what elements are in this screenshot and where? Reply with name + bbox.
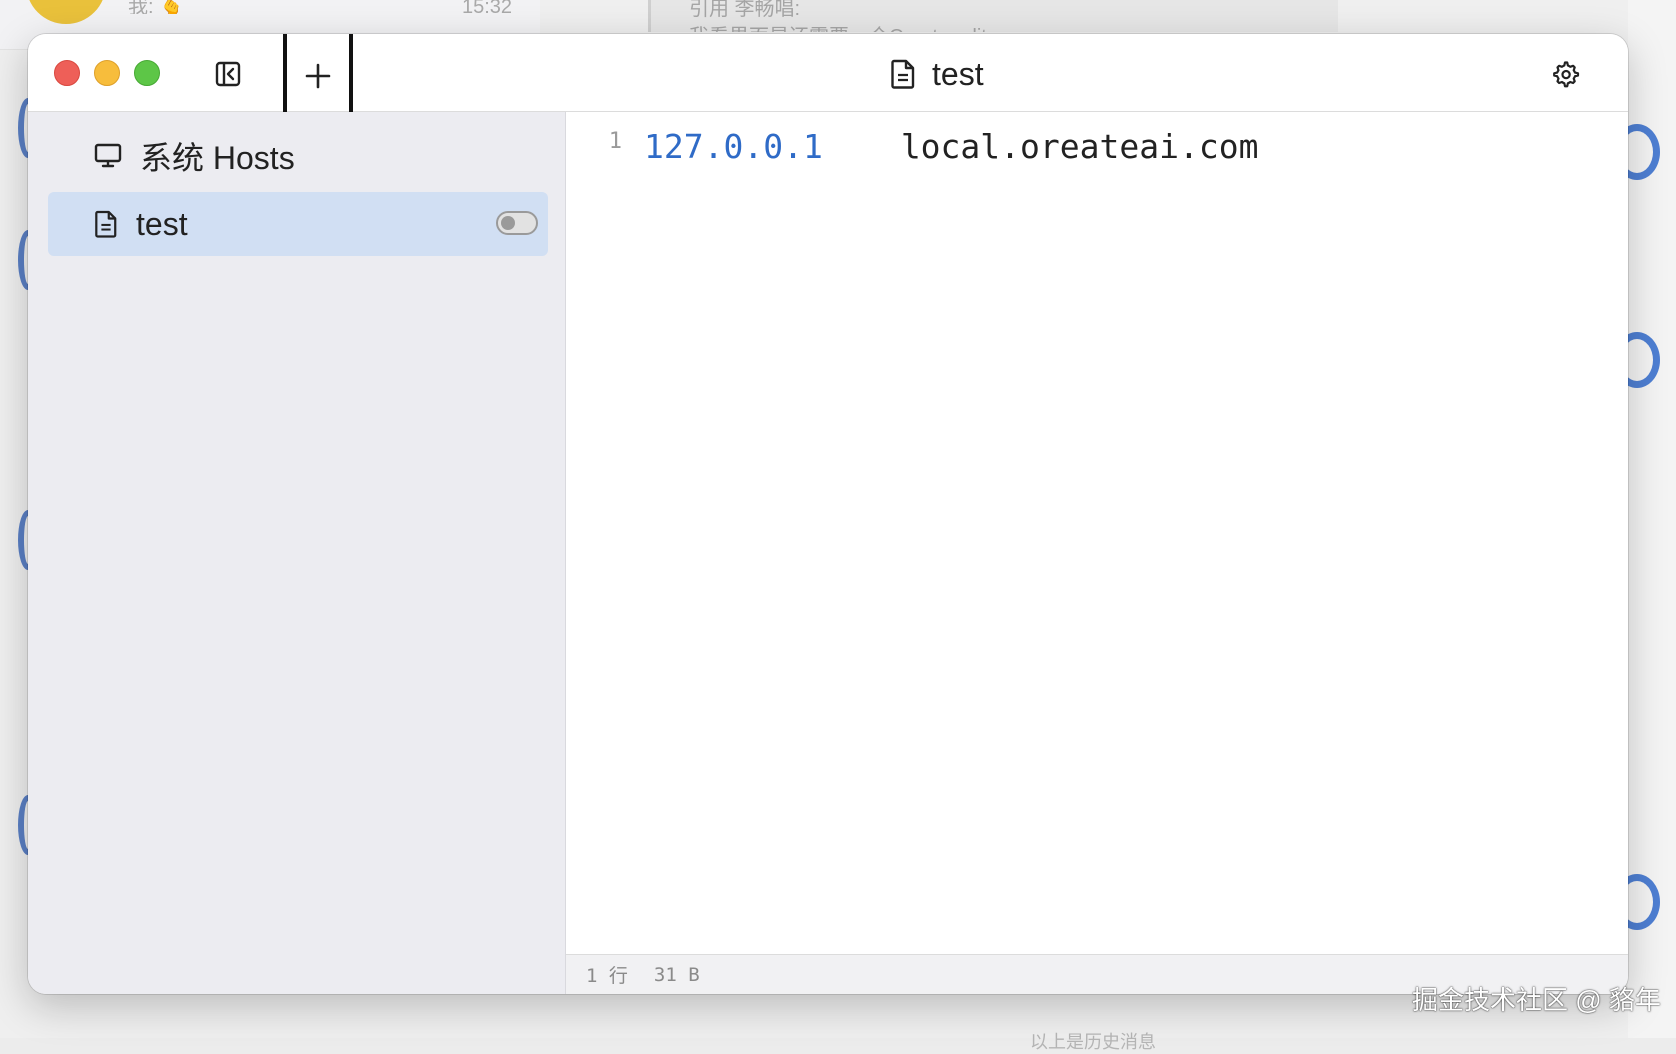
add-hosts-button[interactable] bbox=[283, 34, 353, 122]
sidebar-item-label: 系统 Hosts bbox=[140, 133, 295, 179]
sidebar: 系统 Hosts test bbox=[28, 112, 566, 994]
background-quote: 引用 李畅唱: 我看界面是还需要一个Create editor bbox=[648, 0, 1338, 32]
hosts-editor-window: test 系统 Hosts test bbox=[28, 34, 1628, 994]
status-line-count: 1 行 bbox=[586, 961, 628, 988]
editor-line: 1 127.0.0.1 local.oreateai.com bbox=[566, 126, 1258, 166]
settings-button[interactable] bbox=[1545, 54, 1585, 94]
background-avatar bbox=[26, 0, 106, 24]
toggle-knob bbox=[501, 216, 515, 230]
hosts-ip: 127.0.0.1 bbox=[644, 127, 823, 166]
plus-icon bbox=[303, 61, 333, 91]
background-quote-author: 引用 李畅唱: bbox=[689, 0, 800, 21]
minimize-window-button[interactable] bbox=[94, 60, 120, 86]
gear-icon bbox=[1550, 59, 1580, 89]
monitor-icon bbox=[94, 143, 122, 169]
background-chat-time: 15:32 bbox=[462, 0, 512, 14]
hosts-enable-toggle[interactable] bbox=[496, 211, 538, 235]
status-file-size: 31 B bbox=[654, 964, 700, 986]
window-title-text: test bbox=[932, 56, 984, 93]
close-window-button[interactable] bbox=[54, 60, 80, 86]
hosts-editor[interactable]: 1 127.0.0.1 local.oreateai.com bbox=[566, 112, 1628, 954]
sidebar-item-test[interactable]: test bbox=[48, 192, 548, 256]
document-icon bbox=[890, 59, 916, 89]
sidebar-item-label: test bbox=[136, 206, 188, 243]
background-quote-text: 我看界面是还需要一个Create editor bbox=[689, 20, 1005, 32]
sidebar-toggle-icon bbox=[214, 60, 242, 88]
hosts-domain: local.oreateai.com bbox=[901, 127, 1259, 166]
background-chat-preview: 我: 🫰 bbox=[128, 0, 184, 14]
background-history-text: 以上是历史消息 bbox=[1030, 1028, 1156, 1054]
titlebar: test bbox=[28, 34, 1628, 112]
sidebar-item-system-hosts[interactable]: 系统 Hosts bbox=[48, 124, 548, 188]
zoom-window-button[interactable] bbox=[134, 60, 160, 86]
window-title: test bbox=[890, 54, 984, 94]
document-icon bbox=[94, 210, 118, 238]
line-number: 1 bbox=[566, 129, 622, 154]
sidebar-toggle-button[interactable] bbox=[208, 54, 248, 94]
watermark: 掘金技术社区 @ 貉年 bbox=[1412, 980, 1661, 1017]
